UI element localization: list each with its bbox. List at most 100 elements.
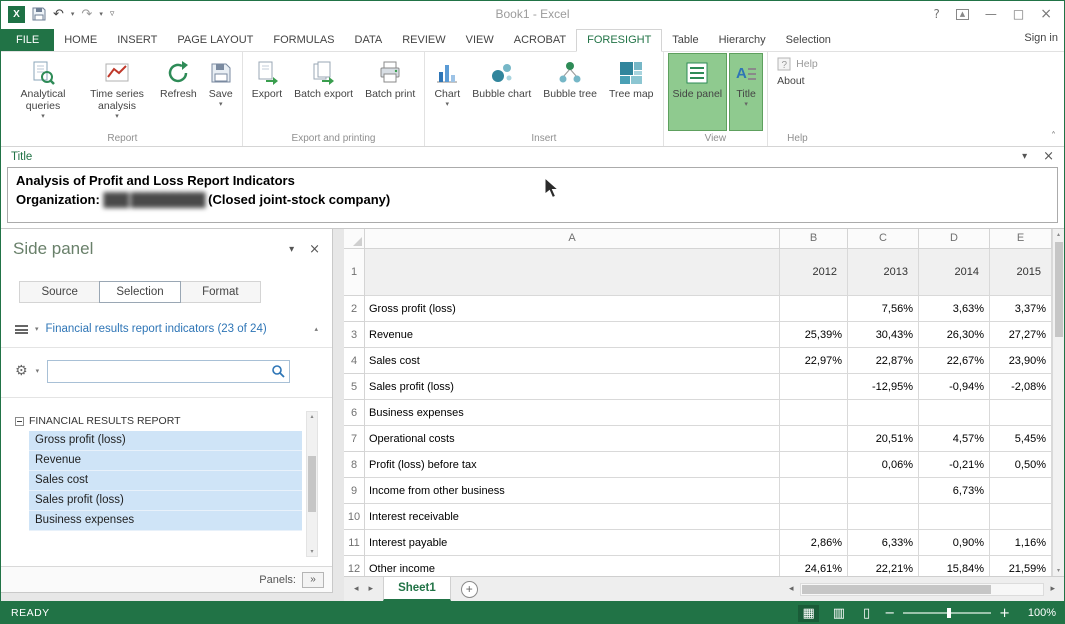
cell-value-2013[interactable]: -12,95% <box>848 374 919 400</box>
about-button[interactable]: About <box>777 75 818 87</box>
time-series-analysis-button[interactable]: Time series analysis ▾ <box>81 53 153 131</box>
ribbon-display-options-icon[interactable]: ▲ <box>956 9 969 20</box>
analytical-queries-button[interactable]: Analytical queries ▾ <box>7 53 79 131</box>
cell-indicator-name[interactable]: Interest payable <box>365 530 780 556</box>
cell-value-2013[interactable]: 0,06% <box>848 452 919 478</box>
column-header-b[interactable]: B <box>780 229 848 249</box>
row-number[interactable]: 1 <box>344 249 365 296</box>
row-number[interactable]: 5 <box>344 374 365 400</box>
panels-expand-button[interactable]: » <box>302 572 324 588</box>
row-number[interactable]: 2 <box>344 296 365 322</box>
tab-insert[interactable]: INSERT <box>107 30 167 51</box>
cell-indicator-name[interactable]: Sales profit (loss) <box>365 374 780 400</box>
cell-indicator-name[interactable]: Other income <box>365 556 780 576</box>
title-pane-close-icon[interactable]: × <box>1043 149 1054 164</box>
cell-value-2012[interactable]: 24,61% <box>780 556 848 576</box>
horizontal-scrollbar[interactable]: ◂ ▸ <box>786 583 1064 596</box>
cell-indicator-name[interactable]: Business expenses <box>365 400 780 426</box>
gear-icon[interactable]: ⚙ <box>15 364 28 378</box>
row-number[interactable]: 7 <box>344 426 365 452</box>
tree-scrollbar[interactable]: ▴ ▾ <box>306 411 318 557</box>
vertical-scroll-thumb[interactable] <box>1055 242 1063 337</box>
cell-value-2013[interactable]: 22,87% <box>848 348 919 374</box>
row-number[interactable]: 6 <box>344 400 365 426</box>
cell-value-2015[interactable]: 0,50% <box>990 452 1052 478</box>
collapse-node-icon[interactable] <box>15 417 24 426</box>
cell-indicator-name[interactable]: Income from other business <box>365 478 780 504</box>
cell-value-2015[interactable]: 21,59% <box>990 556 1052 576</box>
scroll-left-icon[interactable]: ◂ <box>786 584 797 594</box>
tree-item[interactable]: Business expenses <box>29 511 302 531</box>
cell-year-2012[interactable]: 2012 <box>780 249 848 296</box>
cell-value-2013[interactable] <box>848 478 919 504</box>
tree-scroll-up-icon[interactable]: ▴ <box>310 413 313 420</box>
column-header-c[interactable]: C <box>848 229 919 249</box>
cell-indicator-name[interactable]: Sales cost <box>365 348 780 374</box>
row-number[interactable]: 8 <box>344 452 365 478</box>
cell-value-2013[interactable]: 30,43% <box>848 322 919 348</box>
batch-print-button[interactable]: Batch print <box>360 53 420 131</box>
cell-value-2012[interactable] <box>780 504 848 530</box>
cell-value-2014[interactable]: 15,84% <box>919 556 990 576</box>
cell-value-2013[interactable] <box>848 504 919 530</box>
cell-value-2014[interactable]: 3,63% <box>919 296 990 322</box>
row-number[interactable]: 9 <box>344 478 365 504</box>
maximize-icon[interactable]: □ <box>1013 7 1024 21</box>
add-sheet-icon[interactable]: + <box>461 581 478 598</box>
save-icon[interactable] <box>32 7 46 21</box>
zoom-in-icon[interactable]: + <box>999 606 1010 621</box>
tab-view[interactable]: VIEW <box>456 30 504 51</box>
cell-value-2013[interactable]: 20,51% <box>848 426 919 452</box>
title-toggle-button[interactable]: A Title ▾ <box>729 53 763 131</box>
tab-acrobat[interactable]: ACROBAT <box>504 30 576 51</box>
page-layout-view-icon[interactable]: ▥ <box>829 605 849 622</box>
sheet-nav-next-icon[interactable]: ▸ <box>369 584 374 594</box>
row-number[interactable]: 12 <box>344 556 365 576</box>
search-input[interactable] <box>52 365 271 377</box>
vertical-scrollbar[interactable]: ▴ ▾ <box>1052 229 1064 576</box>
cell-value-2013[interactable] <box>848 400 919 426</box>
cell-value-2012[interactable]: 2,86% <box>780 530 848 556</box>
cell-value-2014[interactable]: 26,30% <box>919 322 990 348</box>
cell-value-2012[interactable] <box>780 374 848 400</box>
bubble-chart-button[interactable]: Bubble chart <box>467 53 536 131</box>
zoom-percentage[interactable]: 100% <box>1020 607 1056 619</box>
tree-scroll-thumb[interactable] <box>308 456 316 512</box>
export-button[interactable]: Export <box>247 53 287 131</box>
cell-value-2015[interactable] <box>990 504 1052 530</box>
cell-indicator-name[interactable]: Profit (loss) before tax <box>365 452 780 478</box>
help-icon[interactable]: ? <box>934 7 940 21</box>
cell-value-2014[interactable]: -0,21% <box>919 452 990 478</box>
side-panel-tab-format[interactable]: Format <box>180 281 261 303</box>
tab-page-layout[interactable]: PAGE LAYOUT <box>167 30 263 51</box>
tab-review[interactable]: REVIEW <box>392 30 455 51</box>
side-panel-toggle-button[interactable]: Side panel <box>668 53 728 131</box>
sheet-nav-prev-icon[interactable]: ◂ <box>354 584 359 594</box>
cell-value-2012[interactable] <box>780 296 848 322</box>
tab-formulas[interactable]: FORMULAS <box>263 30 344 51</box>
tree-group-header[interactable]: FINANCIAL RESULTS REPORT <box>15 411 318 431</box>
cell-value-2015[interactable]: 1,16% <box>990 530 1052 556</box>
sheet-tab-sheet1[interactable]: Sheet1 <box>383 577 451 601</box>
tab-hierarchy[interactable]: Hierarchy <box>709 30 776 51</box>
horizontal-scroll-thumb[interactable] <box>802 585 991 594</box>
column-header-d[interactable]: D <box>919 229 990 249</box>
cell-value-2013[interactable]: 7,56% <box>848 296 919 322</box>
scroll-up-icon[interactable]: ▴ <box>1057 231 1060 238</box>
cell-year-2014[interactable]: 2014 <box>919 249 990 296</box>
gear-caret-icon[interactable]: ▾ <box>36 367 40 375</box>
row-number[interactable]: 3 <box>344 322 365 348</box>
cell-value-2015[interactable]: 3,37% <box>990 296 1052 322</box>
dimension-menu-caret-icon[interactable]: ▾ <box>35 325 39 333</box>
normal-view-icon[interactable]: ▦ <box>798 605 818 622</box>
cell-value-2015[interactable]: 27,27% <box>990 322 1052 348</box>
horizontal-scroll-track[interactable] <box>800 583 1045 596</box>
cell-value-2014[interactable]: 4,57% <box>919 426 990 452</box>
dimension-link[interactable]: Financial results report indicators (23 … <box>46 323 308 335</box>
cell-value-2014[interactable]: 22,67% <box>919 348 990 374</box>
tab-selection[interactable]: Selection <box>776 30 841 51</box>
search-icon[interactable] <box>271 364 285 378</box>
dimension-menu-icon[interactable] <box>15 325 28 334</box>
refresh-button[interactable]: Refresh <box>155 53 202 131</box>
cell-indicator-name[interactable]: Revenue <box>365 322 780 348</box>
